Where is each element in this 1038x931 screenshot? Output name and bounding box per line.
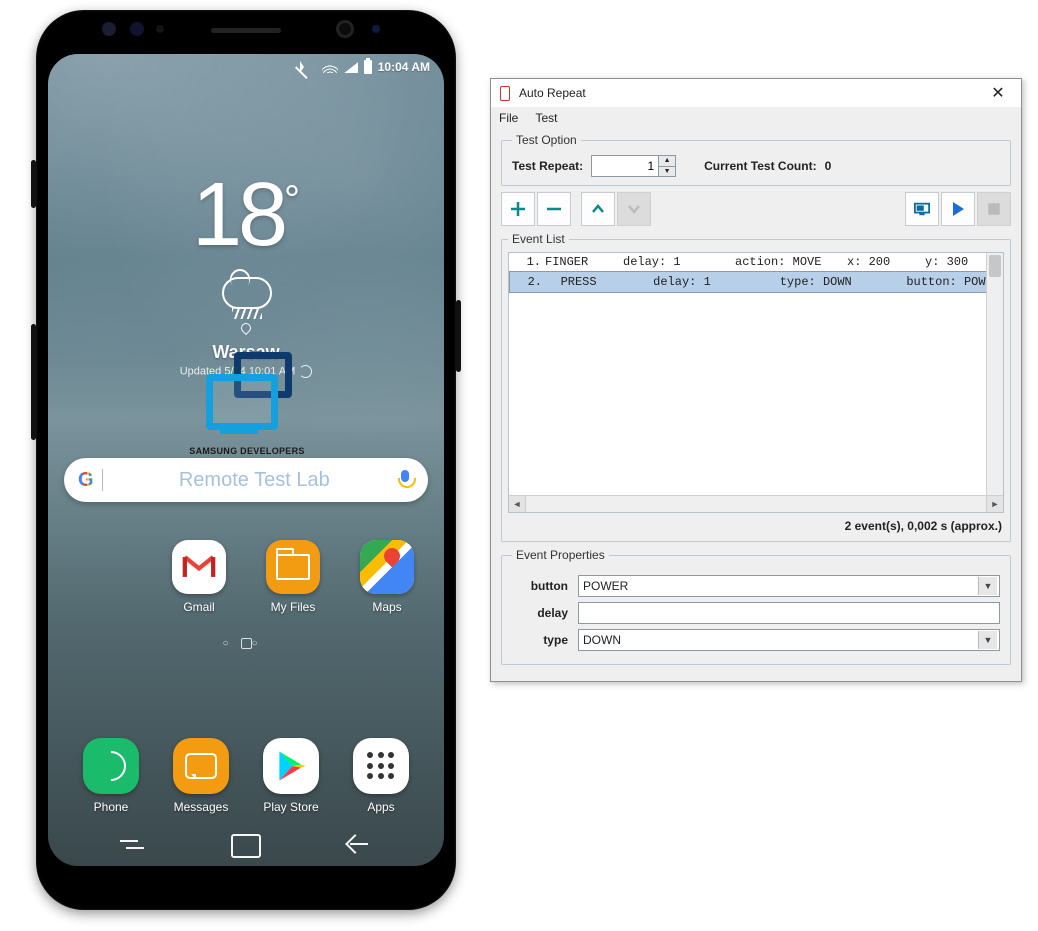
play-store-icon [263,738,319,794]
app-maps[interactable]: Maps [352,540,422,614]
wifi-icon [322,61,338,73]
stop-button [977,192,1011,226]
title-bar[interactable]: Auto Repeat ✕ [491,79,1021,107]
nav-back-button[interactable] [346,837,372,857]
event-properties-legend: Event Properties [512,548,609,562]
battery-icon [364,60,372,74]
signal-icon [344,62,358,73]
prop-delay-input[interactable] [578,602,1000,624]
prop-delay-label: delay [512,606,568,620]
phone-screen[interactable]: 10:04 AM 18° Warsaw Updated 5/24 10:01 A… [48,54,444,866]
app-label: Play Store [263,800,318,814]
maps-icon [360,540,414,594]
app-gmail[interactable]: Gmail [164,540,234,614]
vertical-scrollbar[interactable] [986,253,1003,495]
chevron-down-icon: ▼ [978,577,997,595]
test-repeat-label: Test Repeat: [512,159,583,173]
event-properties-group: Event Properties button POWER ▼ delay [501,548,1011,665]
test-count-value: 0 [825,159,832,173]
menu-file[interactable]: File [499,111,518,125]
capture-button[interactable] [905,192,939,226]
app-label: My Files [271,600,316,614]
menu-bar: File Test [491,107,1021,129]
page-indicator: ○○ [48,638,444,649]
menu-test[interactable]: Test [535,111,557,125]
nav-home-button[interactable] [231,834,261,858]
dock: Phone Messages Play Store Apps [48,738,444,814]
app-label: Maps [372,600,401,614]
scroll-right-icon[interactable]: ► [986,496,1003,512]
volume-buttons[interactable] [31,324,36,440]
apps-grid-icon [353,738,409,794]
location-pin-icon [239,321,253,335]
event-row[interactable]: 1. FINGER delay: 1 action: MOVE x: 200 y… [509,253,1003,271]
power-button[interactable] [456,300,461,372]
app-my-files[interactable]: My Files [258,540,328,614]
scroll-left-icon[interactable]: ◄ [509,496,526,512]
event-row-selected[interactable]: 2. PRESS delay: 1 type: DOWN button: POW… [509,271,1003,293]
google-search-bar[interactable]: G Remote Test Lab [64,458,428,502]
chevron-down-icon: ▼ [978,631,997,649]
dock-messages[interactable]: Messages [166,738,236,814]
app-label: Messages [174,800,229,814]
microphone-icon[interactable] [398,470,412,490]
nav-bar [48,834,444,858]
event-list[interactable]: 1. FINGER delay: 1 action: MOVE x: 200 y… [509,253,1003,495]
test-repeat-input[interactable] [592,156,658,176]
folder-icon [266,540,320,594]
app-label: Gmail [183,600,214,614]
spin-up[interactable]: ▲ [659,156,675,167]
close-button[interactable]: ✕ [981,83,1015,103]
prop-type-select[interactable]: DOWN ▼ [578,629,1000,651]
remote-test-lab-logo: SAMSUNG DEVELOPERS [196,350,296,450]
event-list-legend: Event List [508,232,569,246]
nav-recents-button[interactable] [120,840,146,860]
app-label: Apps [367,800,394,814]
toolbar [501,192,1011,226]
phone-bezel [36,10,456,48]
messages-icon [173,738,229,794]
test-option-legend: Test Option [512,133,581,147]
window-icon [497,85,513,101]
move-up-button[interactable] [581,192,615,226]
prop-button-select[interactable]: POWER ▼ [578,575,1000,597]
event-list-group: Event List 1. FINGER delay: 1 action: MO… [501,232,1011,542]
clock: 10:04 AM [378,60,430,74]
gmail-icon [172,540,226,594]
add-button[interactable] [501,192,535,226]
dock-play-store[interactable]: Play Store [256,738,326,814]
app-label: Phone [94,800,129,814]
horizontal-scrollbar[interactable]: ◄ ► [509,495,1003,512]
prop-button-label: button [512,579,568,593]
bixby-button[interactable] [31,160,36,208]
weather-temperature: 18° [48,164,444,267]
refresh-icon [299,365,312,378]
search-placeholder: Remote Test Lab [111,469,398,492]
window-title: Auto Repeat [519,86,981,100]
app-row: Gmail My Files Maps [48,540,422,614]
phone-device-frame: 10:04 AM 18° Warsaw Updated 5/24 10:01 A… [36,10,456,910]
google-logo-icon: G [78,469,94,492]
move-down-button [617,192,651,226]
test-count-label: Current Test Count: [704,159,816,173]
phone-icon [83,738,139,794]
event-summary: 2 event(s), 0,002 s (approx.) [508,513,1004,535]
remove-button[interactable] [537,192,571,226]
play-button[interactable] [941,192,975,226]
dock-phone[interactable]: Phone [76,738,146,814]
weather-rain-icon [218,277,274,317]
test-repeat-spinner[interactable]: ▲▼ [591,155,676,177]
status-bar: 10:04 AM [300,60,430,74]
auto-repeat-window: Auto Repeat ✕ File Test Test Option Test… [490,78,1022,682]
prop-type-label: type [512,633,568,647]
mute-icon [300,61,316,73]
test-option-group: Test Option Test Repeat: ▲▼ Current Test… [501,133,1011,186]
dock-apps[interactable]: Apps [346,738,416,814]
spin-down[interactable]: ▼ [659,167,675,177]
